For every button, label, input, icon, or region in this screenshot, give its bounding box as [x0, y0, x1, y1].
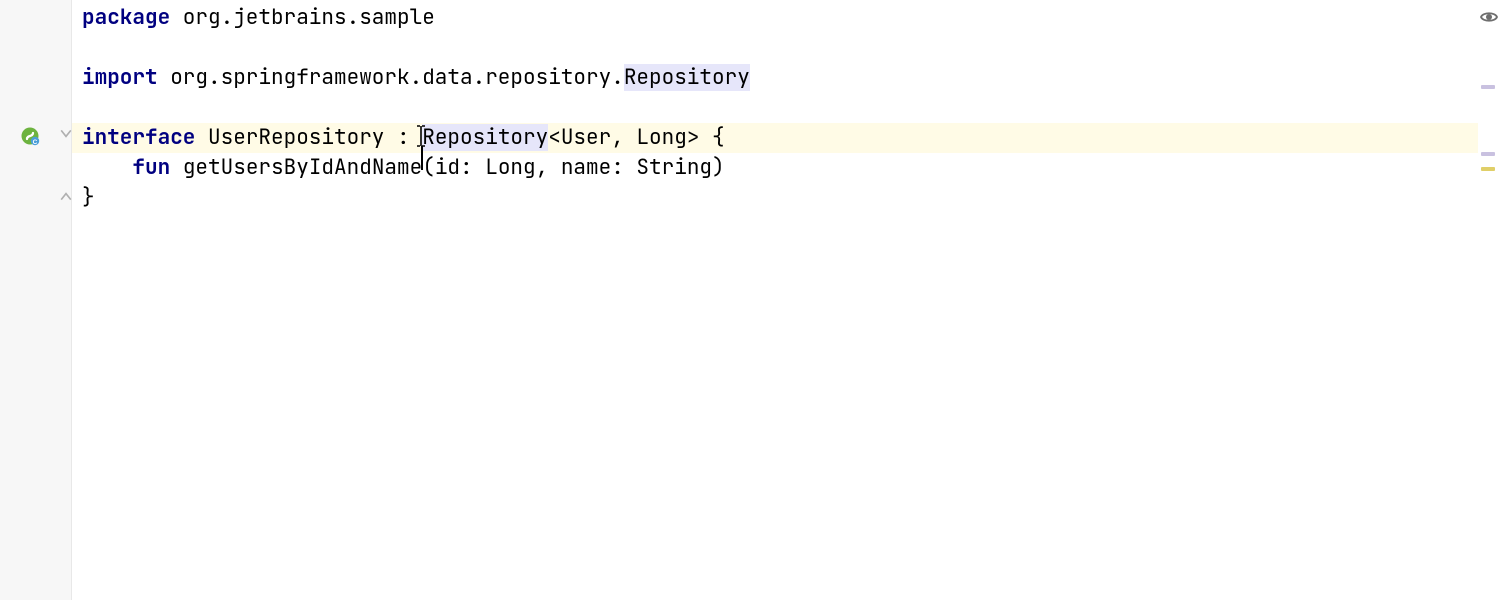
keyword-fun: fun	[132, 154, 170, 181]
keyword-import: import	[82, 64, 158, 91]
error-stripe-mark[interactable]	[1481, 85, 1495, 89]
fold-region-end-icon[interactable]	[60, 190, 72, 202]
left-gutter: C	[0, 0, 72, 600]
keyword-package: package	[82, 4, 170, 31]
code-text: <User, Long> {	[548, 124, 724, 151]
code-text: }	[82, 184, 95, 211]
warning-stripe-mark[interactable]	[1481, 167, 1495, 171]
code-line-active[interactable]: interface UserRepository : Repository<Us…	[72, 123, 1478, 153]
code-editor[interactable]: C package org.jetbrains.sample import or…	[0, 0, 1500, 600]
svg-text:C: C	[33, 139, 38, 146]
error-stripe-mark[interactable]	[1481, 152, 1495, 156]
code-line[interactable]	[72, 33, 1478, 63]
fold-region-start-icon[interactable]	[60, 128, 72, 140]
code-text: org.springframework.data.repository.	[158, 64, 624, 91]
right-gutter	[1478, 0, 1500, 600]
usage-highlight: Repository	[422, 124, 548, 151]
inspections-eye-icon[interactable]	[1480, 6, 1498, 24]
code-text: org.jetbrains.sample	[170, 4, 435, 31]
usage-highlight: Repository	[624, 64, 750, 91]
code-text: getUsersByIdAndName(id: Long, name: Stri…	[170, 154, 724, 181]
code-line[interactable]	[72, 93, 1478, 123]
code-text-area[interactable]: package org.jetbrains.sample import org.…	[72, 0, 1478, 600]
code-line[interactable]: import org.springframework.data.reposito…	[72, 63, 1478, 93]
code-line[interactable]: fun getUsersByIdAndName(id: Long, name: …	[72, 153, 1478, 183]
code-line[interactable]: }	[72, 183, 1478, 213]
keyword-interface: interface	[82, 124, 195, 151]
spring-bean-icon[interactable]: C	[20, 126, 40, 146]
code-indent	[82, 154, 132, 181]
code-text: UserRepository :	[195, 124, 422, 151]
code-line[interactable]: package org.jetbrains.sample	[72, 3, 1478, 33]
